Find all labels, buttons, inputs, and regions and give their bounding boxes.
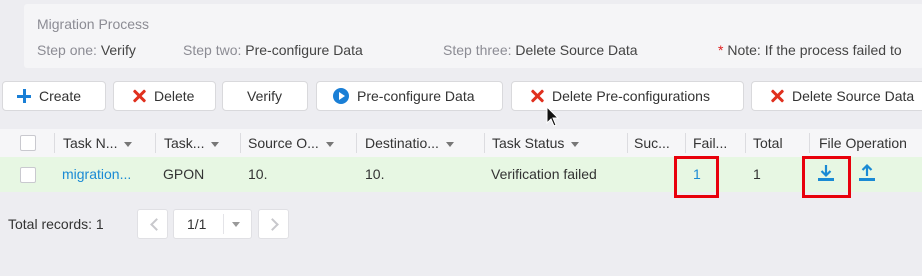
table-row[interactable]: migration... GPON 10. 10. Verification f… <box>0 157 922 192</box>
dropdown-caret-icon <box>211 141 220 147</box>
chevron-left-icon <box>150 218 163 231</box>
delete-source-data-button[interactable]: Delete Source Data <box>751 81 922 111</box>
chevron-right-icon <box>266 218 279 231</box>
delete-button-label: Delete <box>154 88 195 104</box>
preconfigure-data-label: Pre-configure Data <box>357 88 475 104</box>
note-asterisk: * <box>718 42 724 58</box>
prev-page-button[interactable] <box>137 209 168 239</box>
dropdown-caret-icon <box>445 141 454 147</box>
row-checkbox[interactable] <box>20 167 36 183</box>
destination-cell: 10. <box>365 166 385 182</box>
process-title: Migration Process <box>37 16 150 32</box>
preconfigure-data-button[interactable]: Pre-configure Data <box>316 81 503 111</box>
process-note: * Note: If the process failed to <box>718 42 902 58</box>
upload-icon[interactable] <box>857 163 877 183</box>
task-type-cell: GPON <box>163 166 205 182</box>
note-text: Note: If the process failed to <box>727 42 902 58</box>
step-one-value: Verify <box>100 42 136 58</box>
column-header-task-type[interactable]: Task... <box>164 129 240 157</box>
verify-button[interactable]: Verify <box>222 81 308 111</box>
mouse-cursor-icon <box>546 106 560 127</box>
select-all-checkbox[interactable] <box>20 135 36 151</box>
table-header: Task N... Task... Source O... Destinatio… <box>0 129 922 158</box>
source-cell: 10. <box>248 166 268 182</box>
step-one: Step one: Verify <box>37 42 136 58</box>
column-header-failed[interactable]: Fail... <box>693 129 741 157</box>
play-circle-icon <box>333 88 349 104</box>
delete-source-data-label: Delete Source Data <box>792 88 915 104</box>
delete-button[interactable]: Delete <box>113 81 216 111</box>
step-one-label: Step one: <box>37 42 97 58</box>
total-records: Total records: 1 <box>8 216 104 232</box>
plus-icon <box>17 89 31 103</box>
dropdown-caret-icon <box>232 222 240 227</box>
page-indicator: 1/1 <box>187 216 207 232</box>
step-two-value: Pre-configure Data <box>245 42 363 58</box>
step-three-value: Delete Source Data <box>515 42 638 58</box>
dropdown-caret-icon <box>571 141 580 147</box>
next-page-button[interactable] <box>258 209 289 239</box>
column-header-file-operation: File Operation <box>819 135 907 151</box>
total-cell: 1 <box>753 166 761 182</box>
failed-count-highlight <box>674 156 719 198</box>
dropdown-caret-icon <box>124 141 133 147</box>
step-two-label: Step two: <box>183 42 242 58</box>
migration-process-panel <box>24 4 922 68</box>
column-header-total[interactable]: Total <box>753 129 803 157</box>
dropdown-caret-icon <box>325 141 334 147</box>
task-name-link[interactable]: migration... <box>62 157 131 192</box>
step-three: Step three: Delete Source Data <box>443 42 638 58</box>
delete-x-icon <box>530 89 544 103</box>
column-header-task-status[interactable]: Task Status <box>492 129 622 157</box>
delete-preconfigurations-label: Delete Pre-configurations <box>552 88 710 104</box>
create-button-label: Create <box>39 88 82 104</box>
step-two: Step two: Pre-configure Data <box>183 42 363 58</box>
column-header-success[interactable]: Suc... <box>634 129 682 157</box>
verify-button-label: Verify <box>247 88 283 104</box>
create-button[interactable]: Create <box>2 81 106 111</box>
download-highlight <box>802 156 851 198</box>
page-select[interactable]: 1/1 <box>173 209 252 239</box>
column-header-task-name[interactable]: Task N... <box>63 129 151 157</box>
delete-x-icon <box>132 89 146 103</box>
task-status-cell: Verification failed <box>491 166 597 182</box>
column-header-destination[interactable]: Destinatio... <box>365 129 482 157</box>
column-header-source[interactable]: Source O... <box>248 129 354 157</box>
delete-x-icon <box>770 89 784 103</box>
step-three-label: Step three: <box>443 42 512 58</box>
